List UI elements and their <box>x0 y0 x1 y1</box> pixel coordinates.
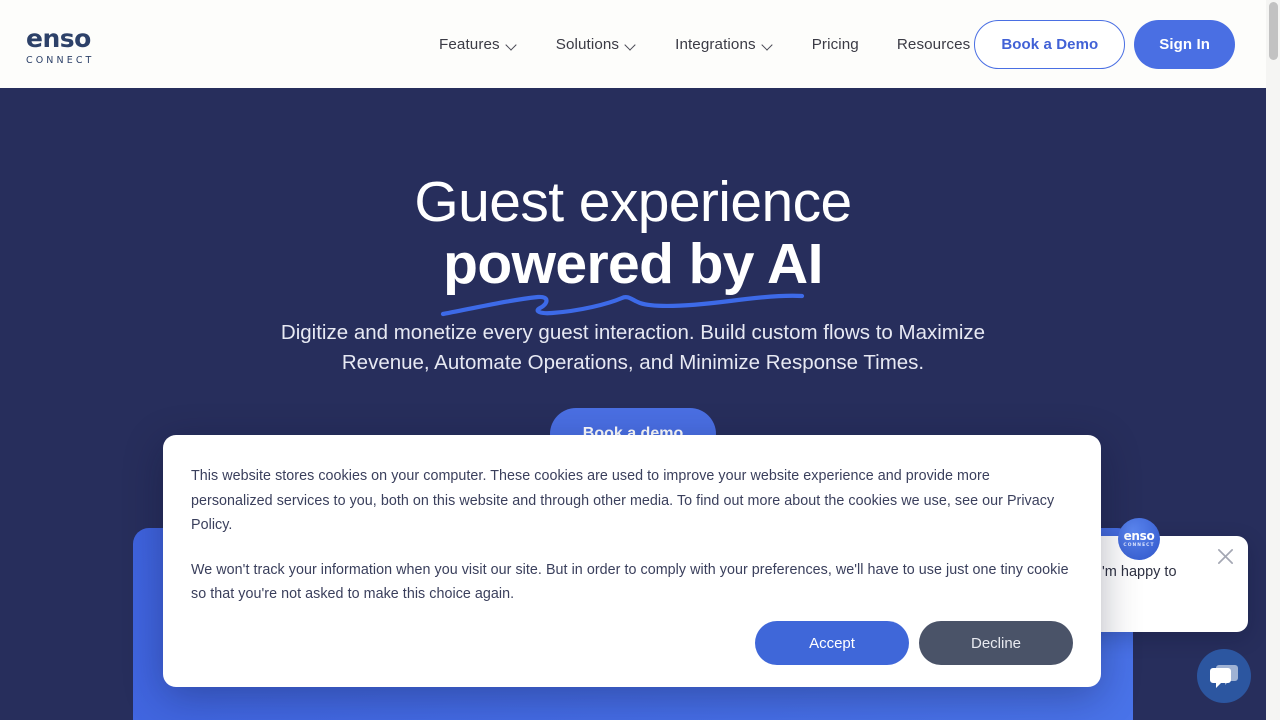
close-icon[interactable] <box>1216 547 1235 566</box>
chat-launcher-button[interactable] <box>1197 649 1251 703</box>
nav-item-integrations[interactable]: Integrations <box>656 36 793 53</box>
nav-item-integrations-label: Integrations <box>675 35 756 53</box>
hero-title-line-1: Guest experience <box>414 170 852 234</box>
sign-in-button[interactable]: Sign In <box>1134 20 1235 69</box>
hero-title-line-2: powered by AI <box>441 231 823 317</box>
chevron-down-icon <box>507 40 518 51</box>
nav-item-features[interactable]: Features <box>420 36 537 53</box>
chevron-down-icon <box>763 40 774 51</box>
page-scrollbar-track[interactable] <box>1266 0 1280 720</box>
site-header: enso CONNECT Features Solutions Integrat… <box>0 0 1266 88</box>
hero-title-line-2-text: powered by AI <box>443 231 823 296</box>
chat-bubble-icon <box>1210 664 1238 688</box>
chevron-down-icon <box>626 40 637 51</box>
decline-cookies-button[interactable]: Decline <box>919 621 1073 665</box>
book-demo-button[interactable]: Book a Demo <box>974 20 1126 69</box>
nav-item-solutions[interactable]: Solutions <box>537 36 656 53</box>
nav-item-pricing-label: Pricing <box>811 35 859 53</box>
page-root: Guest experience powered by AI Digitize … <box>0 0 1280 720</box>
chat-avatar-subtitle: CONNECT <box>1123 542 1155 548</box>
cookie-paragraph-1: This website stores cookies on your comp… <box>191 464 1073 538</box>
nav-item-features-label: Features <box>439 35 500 53</box>
nav-item-pricing[interactable]: Pricing <box>793 36 878 53</box>
page-scrollbar-thumb[interactable] <box>1269 2 1278 60</box>
accept-cookies-button[interactable]: Accept <box>755 621 909 665</box>
chat-avatar-wordmark: enso <box>1123 528 1155 543</box>
cookie-paragraph-1-text: This website stores cookies on your comp… <box>191 468 1007 509</box>
nav-item-resources-label: Resources <box>896 35 971 53</box>
logo-subtitle: CONNECT <box>26 55 95 66</box>
main-navigation: Features Solutions Integrations Pricing … <box>420 0 1007 88</box>
cookie-paragraph-2: We won't track your information when you… <box>191 561 1069 603</box>
hero-subtitle: Digitize and monetize every guest intera… <box>280 321 986 375</box>
cookie-paragraph-1-tail: . <box>228 517 233 534</box>
logo[interactable]: enso CONNECT <box>26 26 112 66</box>
cookie-consent-dialog: This website stores cookies on your comp… <box>163 435 1101 687</box>
cookie-actions: Accept Decline <box>755 621 1073 665</box>
nav-item-solutions-label: Solutions <box>555 35 620 53</box>
header-actions: Book a Demo Sign In <box>974 20 1235 69</box>
page-title: Guest experience powered by AI <box>0 170 1266 317</box>
chat-avatar: enso CONNECT <box>1118 518 1160 560</box>
logo-wordmark: enso <box>26 24 91 53</box>
